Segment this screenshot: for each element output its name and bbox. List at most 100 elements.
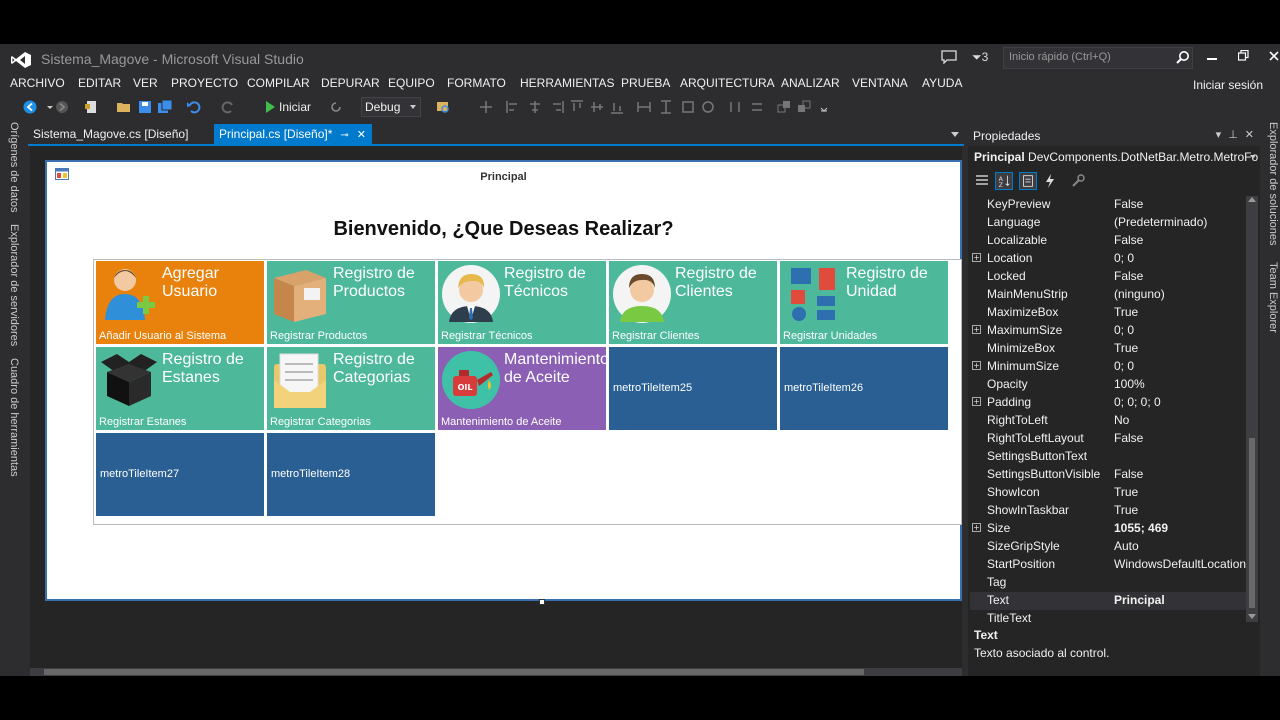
solution-configuration-select[interactable]: Debug xyxy=(361,97,421,117)
vertical-spacing-icon[interactable] xyxy=(749,99,765,115)
properties-view-icon[interactable] xyxy=(1019,172,1037,190)
scroll-down-icon[interactable] xyxy=(1248,614,1256,619)
expand-icon[interactable]: + xyxy=(972,397,981,406)
make-same-width-icon[interactable] xyxy=(636,99,652,115)
navigate-back-icon[interactable] xyxy=(22,99,38,115)
menu-ver[interactable]: VER xyxy=(133,76,158,90)
metro-tile-panel[interactable]: Agregar Usuario Añadir Usuario al Sistem… xyxy=(93,259,962,525)
document-list-dropdown-icon[interactable] xyxy=(951,132,959,137)
property-row-righttoleftlayout[interactable]: RightToLeftLayout False xyxy=(970,430,1246,448)
object-selector[interactable]: Principal DevComponents.DotNetBar.Metro.… xyxy=(974,150,1258,164)
undo-icon[interactable] xyxy=(186,99,202,115)
menu-analizar[interactable]: ANALIZAR xyxy=(781,76,840,90)
property-row-keypreview[interactable]: KeyPreview False xyxy=(970,196,1246,214)
menu-ayuda[interactable]: AYUDA xyxy=(922,76,962,90)
save-icon[interactable] xyxy=(137,99,153,115)
expand-icon[interactable]: + xyxy=(972,325,981,334)
property-row-minimumsize[interactable]: + MinimumSize 0; 0 xyxy=(970,358,1246,376)
menu-compilar[interactable]: COMPILAR xyxy=(247,76,310,90)
tile-metrotileitem26[interactable]: metroTileItem26 xyxy=(780,347,948,430)
close-button[interactable] xyxy=(1264,48,1280,68)
scroll-up-icon[interactable] xyxy=(1248,197,1256,202)
designer-horizontal-scrollbar[interactable] xyxy=(30,668,962,676)
form-resize-grip[interactable] xyxy=(539,599,545,605)
side-tab-toolbox[interactable]: Cuadro de herramientas xyxy=(8,358,20,477)
tile-metrotileitem27[interactable]: metroTileItem27 xyxy=(96,433,264,516)
make-same-size-icon[interactable] xyxy=(680,99,696,115)
align-tops-icon[interactable] xyxy=(569,99,585,115)
property-row-startposition[interactable]: StartPosition WindowsDefaultLocation xyxy=(970,556,1246,574)
form-heading-label[interactable]: Bienvenido, ¿Que Deseas Realizar? xyxy=(47,218,960,241)
menu-proyecto[interactable]: PROYECTO xyxy=(171,76,238,90)
property-row-sizegripstyle[interactable]: SizeGripStyle Auto xyxy=(970,538,1246,556)
tile-metrotileitem28[interactable]: metroTileItem28 xyxy=(267,433,435,516)
make-same-height-icon[interactable] xyxy=(658,99,674,115)
menu-equipo[interactable]: EQUIPO xyxy=(388,76,435,90)
menu-depurar[interactable]: DEPURAR xyxy=(321,76,380,90)
scrollbar-thumb[interactable] xyxy=(44,669,864,675)
restore-button[interactable] xyxy=(1233,48,1253,68)
auto-hide-pin-icon[interactable]: ⊥ xyxy=(1228,128,1238,141)
toolbar-overflow-icon[interactable] xyxy=(816,99,832,115)
open-file-icon[interactable] xyxy=(116,99,132,115)
property-row-maximumsize[interactable]: + MaximumSize 0; 0 xyxy=(970,322,1246,340)
expand-icon[interactable]: + xyxy=(972,523,981,532)
tile-registro-unidad[interactable]: Registro de Unidad Registrar Unidades xyxy=(780,261,948,344)
tile-registro-categorias[interactable]: Registro de Categorias Registrar Categor… xyxy=(267,347,435,430)
align-rights-icon[interactable] xyxy=(549,99,565,115)
side-tab-team-explorer[interactable]: Team Explorer xyxy=(1267,262,1279,333)
events-icon[interactable] xyxy=(1041,172,1059,190)
window-position-icon[interactable]: ▾ xyxy=(1216,128,1222,141)
property-row-maximizebox[interactable]: MaximizeBox True xyxy=(970,304,1246,322)
navigate-forward-icon[interactable] xyxy=(54,99,70,115)
close-tab-icon[interactable]: ✕ xyxy=(357,128,366,141)
tab-principal-design[interactable]: Principal.cs [Diseño]* ⊸ ✕ xyxy=(214,124,372,144)
sign-in-link[interactable]: Iniciar sesión xyxy=(1193,78,1263,92)
tile-registro-estanes[interactable]: Registro de Estanes Registrar Estanes xyxy=(96,347,264,430)
size-to-grid-icon[interactable] xyxy=(700,99,716,115)
tab-sistema-magove-design[interactable]: Sistema_Magove.cs [Diseño] xyxy=(28,124,194,144)
property-row-showicon[interactable]: ShowIcon True xyxy=(970,484,1246,502)
minimize-button[interactable] xyxy=(1202,48,1222,68)
scrollbar-thumb[interactable] xyxy=(1249,438,1255,608)
property-row-localizable[interactable]: Localizable False xyxy=(970,232,1246,250)
find-in-files-icon[interactable] xyxy=(435,99,451,115)
align-to-grid-icon[interactable] xyxy=(478,99,494,115)
redo-icon[interactable] xyxy=(220,99,236,115)
expand-icon[interactable]: + xyxy=(972,361,981,370)
categorized-icon[interactable] xyxy=(973,172,991,190)
feedback-filter-indicator[interactable]: ⏷3 xyxy=(972,50,988,65)
save-all-icon[interactable] xyxy=(157,99,173,115)
property-row-mainmenustrip[interactable]: MainMenuStrip (ninguno) xyxy=(970,286,1246,304)
property-grid-scrollbar[interactable] xyxy=(1246,196,1258,622)
alphabetical-icon[interactable]: AZ xyxy=(995,172,1013,190)
property-row-titletext[interactable]: TitleText xyxy=(970,610,1246,622)
menu-ventana[interactable]: VENTANA xyxy=(852,76,908,90)
align-middles-icon[interactable] xyxy=(589,99,605,115)
property-row-location[interactable]: + Location 0; 0 xyxy=(970,250,1246,268)
close-panel-icon[interactable]: ✕ xyxy=(1245,128,1254,141)
side-tab-data-sources[interactable]: Orígenes de datos xyxy=(8,122,20,213)
tile-agregar-usuario[interactable]: Agregar Usuario Añadir Usuario al Sistem… xyxy=(96,261,264,344)
property-row-minimizebox[interactable]: MinimizeBox True xyxy=(970,340,1246,358)
expand-icon[interactable]: + xyxy=(972,253,981,262)
tile-registro-productos[interactable]: Registro de Productos Registrar Producto… xyxy=(267,261,435,344)
start-button[interactable]: Iniciar xyxy=(279,100,311,114)
property-row-settingsbuttonvisible[interactable]: SettingsButtonVisible False xyxy=(970,466,1246,484)
new-project-icon[interactable] xyxy=(84,99,100,115)
property-row-opacity[interactable]: Opacity 100% xyxy=(970,376,1246,394)
tile-registro-clientes[interactable]: Registro de Clientes Registrar Clientes xyxy=(609,261,777,344)
notification-icon[interactable] xyxy=(941,50,957,64)
side-tab-solution-explorer[interactable]: Explorador de soluciones xyxy=(1267,122,1279,246)
menu-herramientas[interactable]: HERRAMIENTAS xyxy=(520,76,614,90)
side-tab-server-explorer[interactable]: Explorador de servidores xyxy=(8,224,20,346)
property-row-settingsbuttontext[interactable]: SettingsButtonText xyxy=(970,448,1246,466)
menu-archivo[interactable]: ARCHIVO xyxy=(10,76,65,90)
menu-editar[interactable]: EDITAR xyxy=(78,76,121,90)
property-pages-icon[interactable] xyxy=(1069,172,1087,190)
refresh-icon[interactable] xyxy=(328,99,344,115)
property-row-padding[interactable]: + Padding 0; 0; 0; 0 xyxy=(970,394,1246,412)
property-row-size[interactable]: + Size 1055; 469 xyxy=(970,520,1246,538)
property-grid[interactable]: KeyPreview False Language (Predeterminado)… xyxy=(970,196,1246,622)
start-debugging-icon[interactable] xyxy=(262,99,278,115)
